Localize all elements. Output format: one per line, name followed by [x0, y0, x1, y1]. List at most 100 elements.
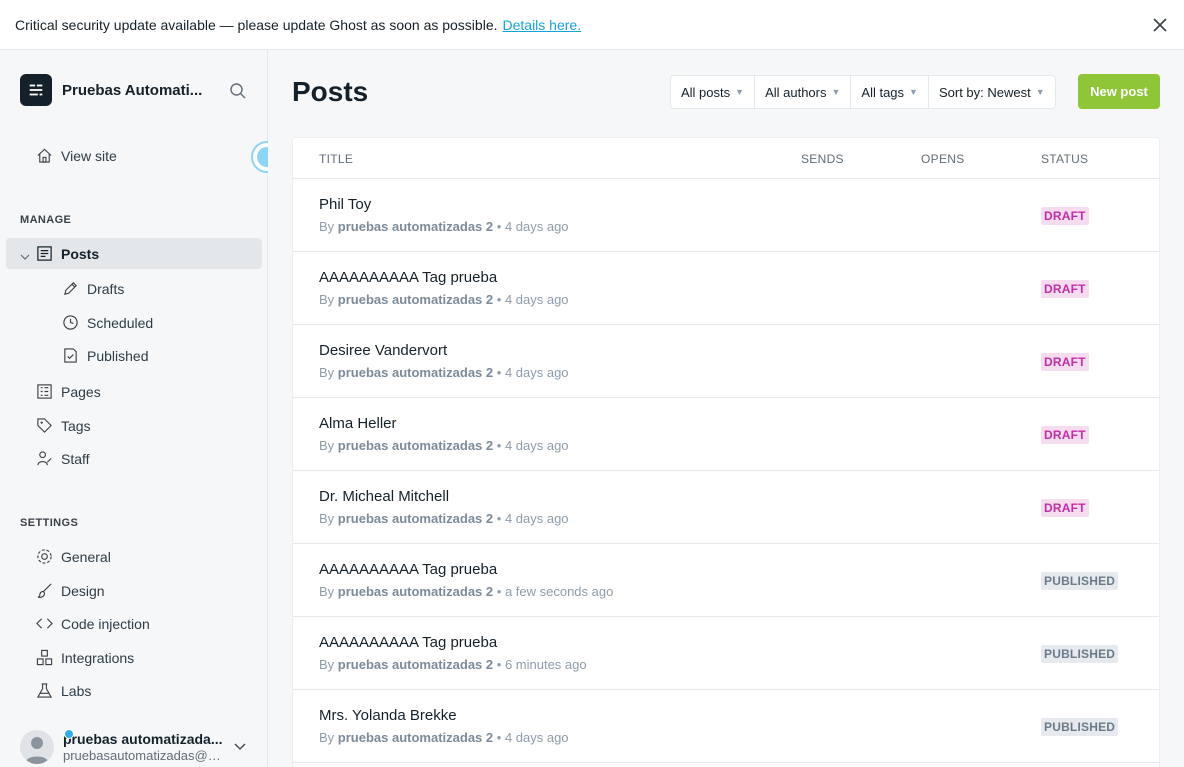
table-row[interactable]: AAAAAAAAAA Tag prueba By pruebas automati…: [293, 252, 1159, 325]
sidebar-item-labs[interactable]: Labs: [36, 682, 91, 699]
sidebar-item-label: Posts: [61, 245, 100, 262]
new-post-button[interactable]: New post: [1078, 74, 1160, 109]
post-author: pruebas automatizadas 2: [337, 438, 494, 453]
sidebar-item-posts[interactable]: Posts: [36, 245, 99, 262]
search-icon[interactable]: [229, 82, 247, 100]
integrations-icon: [36, 649, 53, 666]
meta-separator: •: [496, 657, 502, 672]
sidebar-item-label: Published: [87, 347, 149, 364]
user-name: pruebas automatizada...: [63, 731, 223, 747]
post-time: 4 days ago: [504, 292, 569, 307]
table-row[interactable]: Mrs. Yolanda Brekke By pruebas automatiza…: [293, 690, 1159, 763]
user-menu[interactable]: pruebas automatizada... pruebasautomatiz…: [20, 727, 260, 767]
sidebar-item-integrations[interactable]: Integrations: [36, 649, 134, 666]
sidebar-item-view-site[interactable]: View site: [36, 147, 117, 164]
post-author: pruebas automatizadas 2: [337, 584, 494, 599]
filter-bar: All posts ▼ All authors ▼ All tags ▼ Sort b…: [670, 75, 1056, 109]
chevron-down-icon: ▼: [909, 87, 918, 97]
sidebar: Pruebas Automati... View site MANAGE Pos…: [0, 50, 283, 767]
post-time: 4 days ago: [504, 219, 569, 234]
filter-author-select[interactable]: All authors ▼: [755, 76, 852, 108]
post-time: 4 days ago: [504, 511, 569, 526]
staff-icon: [37, 451, 52, 466]
chevron-down-icon: [233, 739, 247, 753]
sidebar-item-label: Scheduled: [87, 314, 154, 331]
code-icon: [36, 618, 53, 629]
sort-select[interactable]: Sort by: Newest ▼: [929, 76, 1055, 108]
post-title: Alma Heller: [319, 415, 397, 432]
main-content: Posts All posts ▼ All authors ▼ All tags ▼ …: [268, 50, 1184, 767]
post-author: pruebas automatizadas 2: [337, 657, 494, 672]
posts-icon: [37, 246, 52, 261]
sidebar-item-label: Code injection: [61, 615, 150, 632]
post-meta: By pruebas automatizadas 2 • 6 minutes a…: [319, 657, 587, 672]
meta-separator: •: [496, 730, 502, 745]
status-badge: DRAFT: [1041, 353, 1089, 371]
status-badge: PUBLISHED: [1041, 718, 1119, 736]
sidebar-item-published[interactable]: Published: [62, 347, 149, 364]
post-meta: By pruebas automatizadas 2 • 4 days ago: [319, 730, 569, 745]
home-icon: [37, 148, 52, 163]
table-row[interactable]: Phil Toy By pruebas automatizadas 2 • 4 d…: [293, 179, 1159, 252]
meta-by: By: [319, 219, 335, 234]
table-row[interactable]: AAAAAAAAAA Tag prueba By pruebas automati…: [293, 617, 1159, 690]
meta-by: By: [319, 438, 335, 453]
alert-banner: Critical security update available — ple…: [0, 0, 1184, 50]
sidebar-item-label: Tags: [61, 417, 91, 434]
pages-icon: [37, 384, 52, 399]
filter-type-select[interactable]: All posts ▼: [671, 76, 756, 108]
chevron-down-icon: ▼: [831, 87, 841, 97]
sidebar-item-label: General: [61, 548, 111, 565]
site-name: Pruebas Automati...: [62, 81, 203, 99]
table-row[interactable]: AAAAAAAAAA Tag prueba By pruebas automati…: [293, 544, 1159, 617]
meta-by: By: [319, 365, 335, 380]
sidebar-item-code-injection[interactable]: Code injection: [36, 615, 150, 632]
alert-details-link[interactable]: Details here.: [503, 17, 582, 33]
post-meta: By pruebas automatizadas 2 • 4 days ago: [319, 365, 569, 380]
close-icon[interactable]: [1150, 15, 1170, 35]
chevron-down-icon[interactable]: [20, 249, 30, 267]
post-title: Mrs. Yolanda Brekke: [319, 707, 457, 724]
table-row[interactable]: Alma Heller By pruebas automatizadas 2 • …: [293, 398, 1159, 471]
meta-by: By: [319, 292, 335, 307]
chevron-down-icon: ▼: [735, 87, 745, 97]
sidebar-item-label: Integrations: [61, 649, 135, 666]
post-time: 4 days ago: [504, 438, 569, 453]
meta-separator: •: [496, 584, 502, 599]
brush-icon: [37, 583, 52, 598]
published-icon: [64, 348, 77, 363]
sidebar-item-label: Pages: [61, 383, 101, 400]
alert-message: Critical security update available — ple…: [15, 16, 498, 33]
sidebar-item-design[interactable]: Design: [36, 582, 105, 599]
page-title: Posts: [292, 76, 369, 107]
post-time: 6 minutes ago: [504, 657, 587, 672]
sidebar-item-label: Labs: [61, 682, 92, 699]
post-title: AAAAAAAAAA Tag prueba: [319, 561, 498, 578]
meta-separator: •: [496, 365, 502, 380]
column-header-title: TITLE: [319, 152, 354, 166]
table-row[interactable]: Desiree Vandervort By pruebas automatizad…: [293, 325, 1159, 398]
sidebar-item-staff[interactable]: Staff: [36, 450, 90, 467]
meta-by: By: [319, 657, 335, 672]
post-title: Desiree Vandervort: [319, 342, 448, 359]
sidebar-item-drafts[interactable]: Drafts: [62, 280, 124, 297]
user-email: pruebasautomatizadas@u...: [63, 748, 223, 763]
status-badge: DRAFT: [1041, 207, 1089, 225]
post-author: pruebas automatizadas 2: [337, 292, 494, 307]
table-row[interactable]: Dr. Micheal Mitchell By pruebas automatiz…: [293, 471, 1159, 544]
sidebar-item-pages[interactable]: Pages: [36, 383, 101, 400]
post-author: pruebas automatizadas 2: [337, 219, 494, 234]
sidebar-item-general[interactable]: General: [36, 548, 111, 565]
sidebar-item-scheduled[interactable]: Scheduled: [62, 314, 153, 331]
filter-tag-select[interactable]: All tags ▼: [851, 76, 929, 108]
site-brand[interactable]: Pruebas Automati...: [20, 74, 202, 106]
sidebar-item-tags[interactable]: Tags: [36, 417, 91, 434]
tag-icon: [37, 418, 52, 433]
ghost-logo-icon: [20, 74, 52, 106]
meta-separator: •: [496, 219, 502, 234]
chevron-down-icon: ▼: [1035, 87, 1045, 97]
filter-type-label: All posts: [681, 84, 731, 100]
manage-section-label: MANAGE: [20, 214, 72, 226]
pencil-icon: [64, 282, 77, 295]
meta-separator: •: [496, 511, 502, 526]
